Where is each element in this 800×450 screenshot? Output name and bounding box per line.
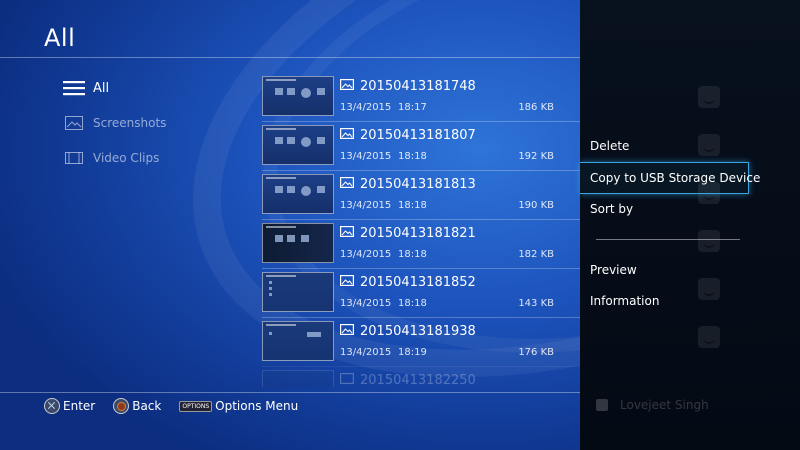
list-item[interactable]: 20150413182250 [262, 366, 580, 387]
friend-avatar-icon [698, 326, 720, 348]
thumbnail [262, 174, 334, 214]
file-name: 20150413182250 [360, 373, 476, 387]
menu-item-preview[interactable]: Preview [590, 263, 637, 277]
friend-avatar-icon [698, 278, 720, 300]
circle-button-icon [113, 398, 130, 414]
options-panel [580, 0, 800, 450]
file-size: 192 KB [518, 151, 554, 162]
file-date: 13/4/2015 [340, 102, 392, 113]
menu-divider [596, 239, 740, 240]
file-size: 190 KB [518, 200, 554, 211]
screen: All All Screenshots Video Clips 20150413… [0, 0, 800, 450]
thumbnail [262, 321, 334, 361]
file-size: 182 KB [518, 249, 554, 260]
image-icon [62, 115, 86, 131]
user-name: Lovejeet Singh [620, 398, 709, 412]
menu-item-delete[interactable]: Delete [590, 139, 629, 153]
hamburger-icon [62, 80, 86, 96]
file-time: 18:17 [398, 102, 427, 113]
cross-button-icon [44, 398, 60, 414]
file-name: 20150413181748 [360, 79, 476, 94]
friend-avatar-icon [698, 86, 720, 108]
file-name: 20150413181813 [360, 177, 476, 192]
menu-item-sort-by[interactable]: Sort by [590, 202, 633, 216]
sidebar-item-video-clips[interactable]: Video Clips [62, 146, 242, 170]
sidebar-item-screenshots[interactable]: Screenshots [62, 111, 242, 135]
list-item[interactable]: 20150413181821 13/4/2015 18:18 182 KB [262, 219, 580, 268]
file-time: 18:18 [398, 249, 427, 260]
friend-avatar-icon [698, 230, 720, 252]
file-time: 18:19 [398, 347, 427, 358]
sidebar-nav: All Screenshots Video Clips [62, 76, 242, 181]
file-date: 13/4/2015 [340, 249, 392, 260]
back-hint[interactable]: Back [113, 398, 161, 414]
sidebar-item-label: All [93, 80, 110, 96]
file-name: 20150413181807 [360, 128, 476, 143]
capture-list: 20150413181748 13/4/2015 18:17 186 KB 2015… [262, 73, 580, 387]
image-icon [340, 79, 355, 94]
list-item[interactable]: 20150413181938 13/4/2015 18:19 176 KB [262, 317, 580, 366]
image-icon [340, 324, 355, 339]
list-item[interactable]: 20150413181852 13/4/2015 18:18 143 KB [262, 268, 580, 317]
image-icon [340, 177, 355, 192]
header-divider [0, 57, 580, 58]
file-size: 143 KB [518, 298, 554, 309]
menu-item-information[interactable]: Information [590, 294, 659, 308]
options-hint[interactable]: OPTIONS Options Menu [179, 399, 298, 413]
file-size: 186 KB [518, 102, 554, 113]
user-avatar-icon [596, 399, 608, 411]
list-item[interactable]: 20150413181748 13/4/2015 18:17 186 KB [262, 73, 580, 121]
button-hints: Enter Back OPTIONS Options Menu [44, 398, 316, 414]
thumbnail [262, 272, 334, 312]
sidebar-item-label: Screenshots [93, 116, 167, 130]
file-date: 13/4/2015 [340, 298, 392, 309]
image-icon [340, 226, 355, 241]
sidebar-item-all[interactable]: All [62, 76, 242, 100]
enter-label: Enter [63, 399, 96, 413]
image-icon [340, 373, 355, 387]
thumbnail [262, 370, 334, 387]
file-date: 13/4/2015 [340, 151, 392, 162]
file-time: 18:18 [398, 298, 427, 309]
user-indicator: Lovejeet Singh [596, 398, 709, 412]
file-date: 13/4/2015 [340, 347, 392, 358]
file-size: 176 KB [518, 347, 554, 358]
back-label: Back [132, 399, 162, 413]
file-time: 18:18 [398, 200, 427, 211]
file-date: 13/4/2015 [340, 200, 392, 211]
image-icon [340, 275, 355, 290]
file-name: 20150413181821 [360, 226, 476, 241]
footer-divider [0, 392, 580, 393]
thumbnail [262, 223, 334, 263]
thumbnail [262, 125, 334, 165]
enter-hint[interactable]: Enter [44, 398, 95, 414]
page-title: All [44, 24, 76, 52]
options-button-icon: OPTIONS [179, 400, 213, 412]
image-icon [340, 128, 355, 143]
thumbnail [262, 76, 334, 116]
list-item[interactable]: 20150413181807 13/4/2015 18:18 192 KB [262, 121, 580, 170]
file-name: 20150413181852 [360, 275, 476, 290]
film-icon [62, 150, 86, 166]
sidebar-item-label: Video Clips [93, 151, 160, 165]
file-name: 20150413181938 [360, 324, 476, 339]
options-label: Options Menu [215, 399, 299, 413]
file-time: 18:18 [398, 151, 427, 162]
menu-item-copy-usb[interactable]: Copy to USB Storage Device [590, 171, 760, 185]
friend-avatar-icon [698, 134, 720, 156]
list-item[interactable]: 20150413181813 13/4/2015 18:18 190 KB [262, 170, 580, 219]
